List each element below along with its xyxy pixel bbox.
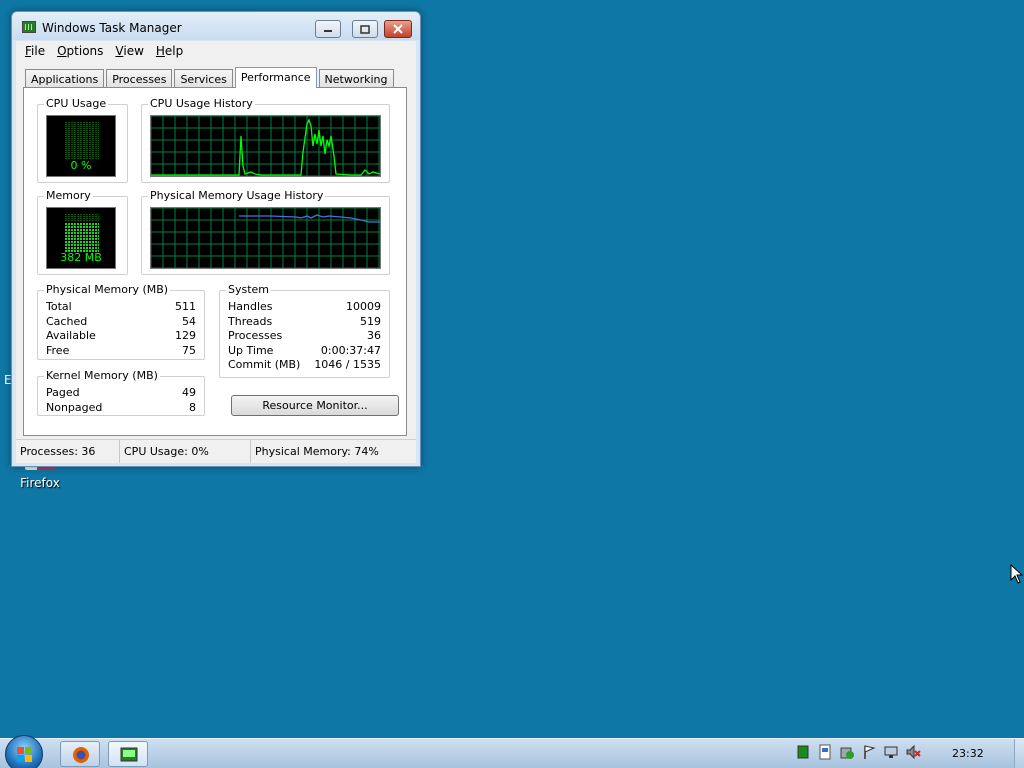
menu-options[interactable]: Options bbox=[57, 44, 103, 58]
clock[interactable]: 23:32 bbox=[952, 747, 984, 760]
performance-panel: CPU Usage 0 % CPU Usage History Memory 3… bbox=[23, 87, 407, 436]
action-center-flag-icon[interactable] bbox=[861, 744, 877, 760]
status-memory: Physical Memory: 74% bbox=[255, 445, 379, 458]
status-cpu: CPU Usage: 0% bbox=[120, 440, 251, 463]
cpu-history-graph bbox=[150, 115, 381, 177]
document-tray-icon[interactable] bbox=[817, 744, 833, 760]
taskbar: 23:32 bbox=[0, 735, 1024, 768]
memory-title: Memory bbox=[44, 189, 93, 202]
maximize-icon bbox=[360, 24, 370, 34]
memory-value: 382 MB bbox=[60, 251, 102, 264]
system-title: System bbox=[226, 283, 272, 296]
minimize-button[interactable] bbox=[315, 20, 341, 38]
start-button[interactable] bbox=[5, 735, 43, 768]
sys-row-uptime: Up Time 0:00:37:47 bbox=[228, 344, 381, 357]
system-tray bbox=[795, 744, 921, 760]
resource-monitor-button[interactable]: Resource Monitor... bbox=[231, 395, 399, 416]
menu-help[interactable]: Help bbox=[156, 44, 183, 58]
memory-group: Memory 382 MB bbox=[37, 189, 128, 275]
system-group: System Handles 10009 Threads 519 Processes… bbox=[219, 283, 390, 378]
memory-history-group: Physical Memory Usage History bbox=[141, 189, 390, 275]
maximize-button[interactable] bbox=[352, 20, 378, 38]
taskbar-firefox-button[interactable] bbox=[60, 741, 100, 767]
kernel-memory-group: Kernel Memory (MB) Paged 49 Nonpaged 8 bbox=[37, 369, 205, 416]
sys-row-handles: Handles 10009 bbox=[228, 300, 381, 313]
tab-strip: Applications Processes Services Performa… bbox=[25, 67, 396, 88]
task-manager-window: Windows Task Manager File Options View H… bbox=[11, 11, 421, 467]
status-processes: Processes: 36 bbox=[16, 440, 120, 463]
pm-row-total: Total 511 bbox=[46, 300, 196, 313]
menu-file[interactable]: File bbox=[25, 44, 45, 58]
close-button[interactable] bbox=[384, 20, 412, 38]
tab-performance[interactable]: Performance bbox=[234, 67, 317, 88]
windows-logo-icon bbox=[17, 747, 33, 763]
cpu-usage-meter: 0 % bbox=[46, 115, 116, 177]
physical-memory-title: Physical Memory (MB) bbox=[44, 283, 171, 296]
show-desktop-button[interactable] bbox=[1014, 739, 1024, 768]
desktop-icon-label: Firefox bbox=[20, 476, 60, 490]
cpu-history-title: CPU Usage History bbox=[148, 97, 255, 110]
km-row-paged: Paged 49 bbox=[46, 386, 196, 399]
pm-row-available: Available 129 bbox=[46, 329, 196, 342]
task-manager-icon bbox=[120, 747, 138, 762]
minimize-icon bbox=[324, 30, 332, 32]
status-bar: Processes: 36 CPU Usage: 0% Physical Mem… bbox=[16, 439, 416, 463]
kernel-memory-title: Kernel Memory (MB) bbox=[44, 369, 160, 382]
task-manager-icon bbox=[22, 21, 36, 33]
sys-row-processes: Processes 36 bbox=[228, 329, 381, 342]
menu-bar: File Options View Help bbox=[16, 41, 416, 61]
tab-services[interactable]: Services bbox=[174, 69, 233, 87]
security-tray-icon[interactable] bbox=[839, 744, 855, 760]
sys-row-commit: Commit (MB) 1046 / 1535 bbox=[228, 358, 381, 371]
close-icon bbox=[393, 24, 403, 34]
window-title: Windows Task Manager bbox=[42, 21, 182, 35]
volume-muted-icon[interactable] bbox=[905, 744, 921, 760]
cpu-usage-group: CPU Usage 0 % bbox=[37, 97, 128, 183]
memory-history-graph bbox=[150, 207, 381, 269]
menu-view[interactable]: View bbox=[115, 44, 143, 58]
title-bar[interactable]: Windows Task Manager bbox=[12, 12, 420, 40]
cpu-meter-tray-icon[interactable] bbox=[795, 744, 811, 760]
km-row-nonpaged: Nonpaged 8 bbox=[46, 401, 196, 414]
network-tray-icon[interactable] bbox=[883, 744, 899, 760]
memory-meter: 382 MB bbox=[46, 207, 116, 269]
cpu-usage-value: 0 % bbox=[70, 159, 92, 172]
tab-networking[interactable]: Networking bbox=[318, 69, 394, 87]
tab-processes[interactable]: Processes bbox=[106, 69, 173, 87]
tab-applications[interactable]: Applications bbox=[25, 69, 105, 87]
sys-row-threads: Threads 519 bbox=[228, 315, 381, 328]
pm-row-cached: Cached 54 bbox=[46, 315, 196, 328]
physical-memory-group: Physical Memory (MB) Total 511 Cached 54 A… bbox=[37, 283, 205, 360]
memory-history-title: Physical Memory Usage History bbox=[148, 189, 326, 202]
taskbar-task-manager-button[interactable] bbox=[108, 741, 148, 767]
firefox-icon bbox=[73, 747, 89, 763]
pm-row-free: Free 75 bbox=[46, 344, 196, 357]
client-area: Applications Processes Services Performa… bbox=[16, 61, 416, 462]
mouse-cursor-icon bbox=[1010, 564, 1024, 584]
cpu-usage-title: CPU Usage bbox=[44, 97, 109, 110]
cpu-history-group: CPU Usage History bbox=[141, 97, 390, 183]
